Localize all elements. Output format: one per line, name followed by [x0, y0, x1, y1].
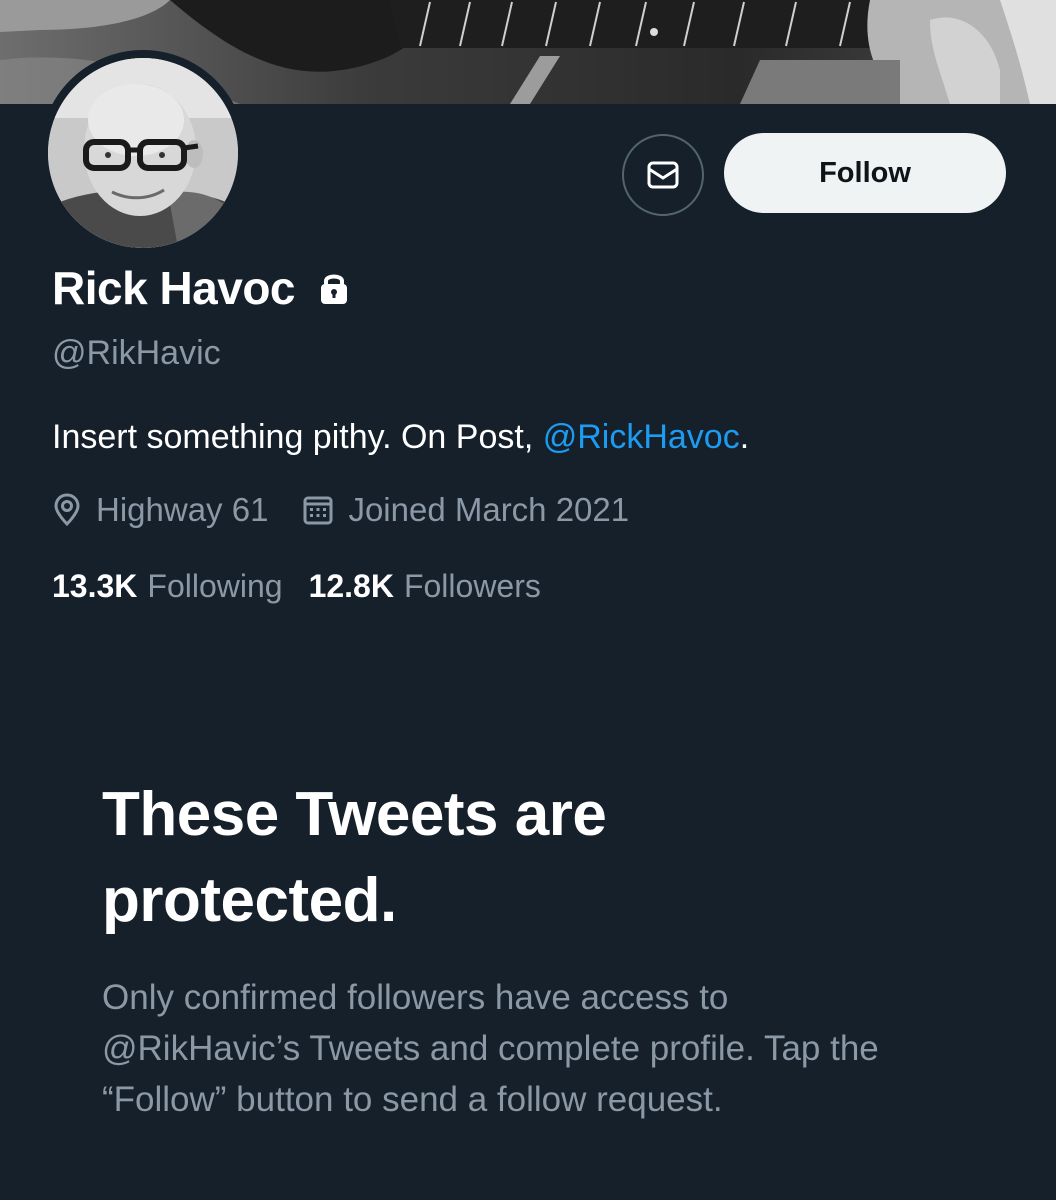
profile-bio: Insert something pithy. On Post, @RickHa… — [52, 418, 749, 457]
following-label: Following — [147, 567, 283, 604]
profile-stats: 13.3K Following 12.8K Followers — [52, 564, 541, 608]
location-pin-icon — [52, 493, 96, 527]
profile-location: Highway 61 — [52, 491, 268, 529]
followers-link[interactable]: 12.8K Followers — [309, 568, 541, 605]
profile-joined: Joined March 2021 — [302, 491, 629, 529]
lock-icon — [319, 271, 349, 305]
calendar-icon — [302, 494, 348, 526]
location-text: Highway 61 — [96, 491, 269, 528]
message-button[interactable] — [622, 134, 704, 216]
profile-handle: @RikHavic — [52, 334, 221, 372]
following-count: 13.3K — [52, 567, 138, 604]
display-name: Rick Havoc — [52, 262, 296, 314]
bio-suffix: . — [739, 418, 750, 456]
avatar-image — [48, 58, 238, 248]
following-link[interactable]: 13.3K Following — [52, 568, 283, 605]
followers-label: Followers — [403, 567, 541, 604]
follow-button[interactable]: Follow — [724, 133, 1006, 213]
profile-meta: Highway 61 Joined March 2021 — [52, 488, 629, 532]
protected-message: Only confirmed followers have access to … — [102, 978, 879, 1119]
profile-page: Follow Rick Havoc @RikHavic Insert somet… — [0, 0, 1056, 1200]
protected-title: These Tweets are protected. — [102, 780, 607, 935]
joined-text: Joined March 2021 — [348, 491, 630, 528]
bio-text: Insert something pithy. On Post, — [52, 418, 543, 456]
avatar[interactable] — [40, 50, 246, 256]
display-name-row: Rick Havoc — [52, 258, 349, 318]
bio-mention-link[interactable]: @RickHavoc — [543, 418, 740, 456]
envelope-icon — [646, 160, 680, 190]
followers-count: 12.8K — [308, 567, 394, 604]
